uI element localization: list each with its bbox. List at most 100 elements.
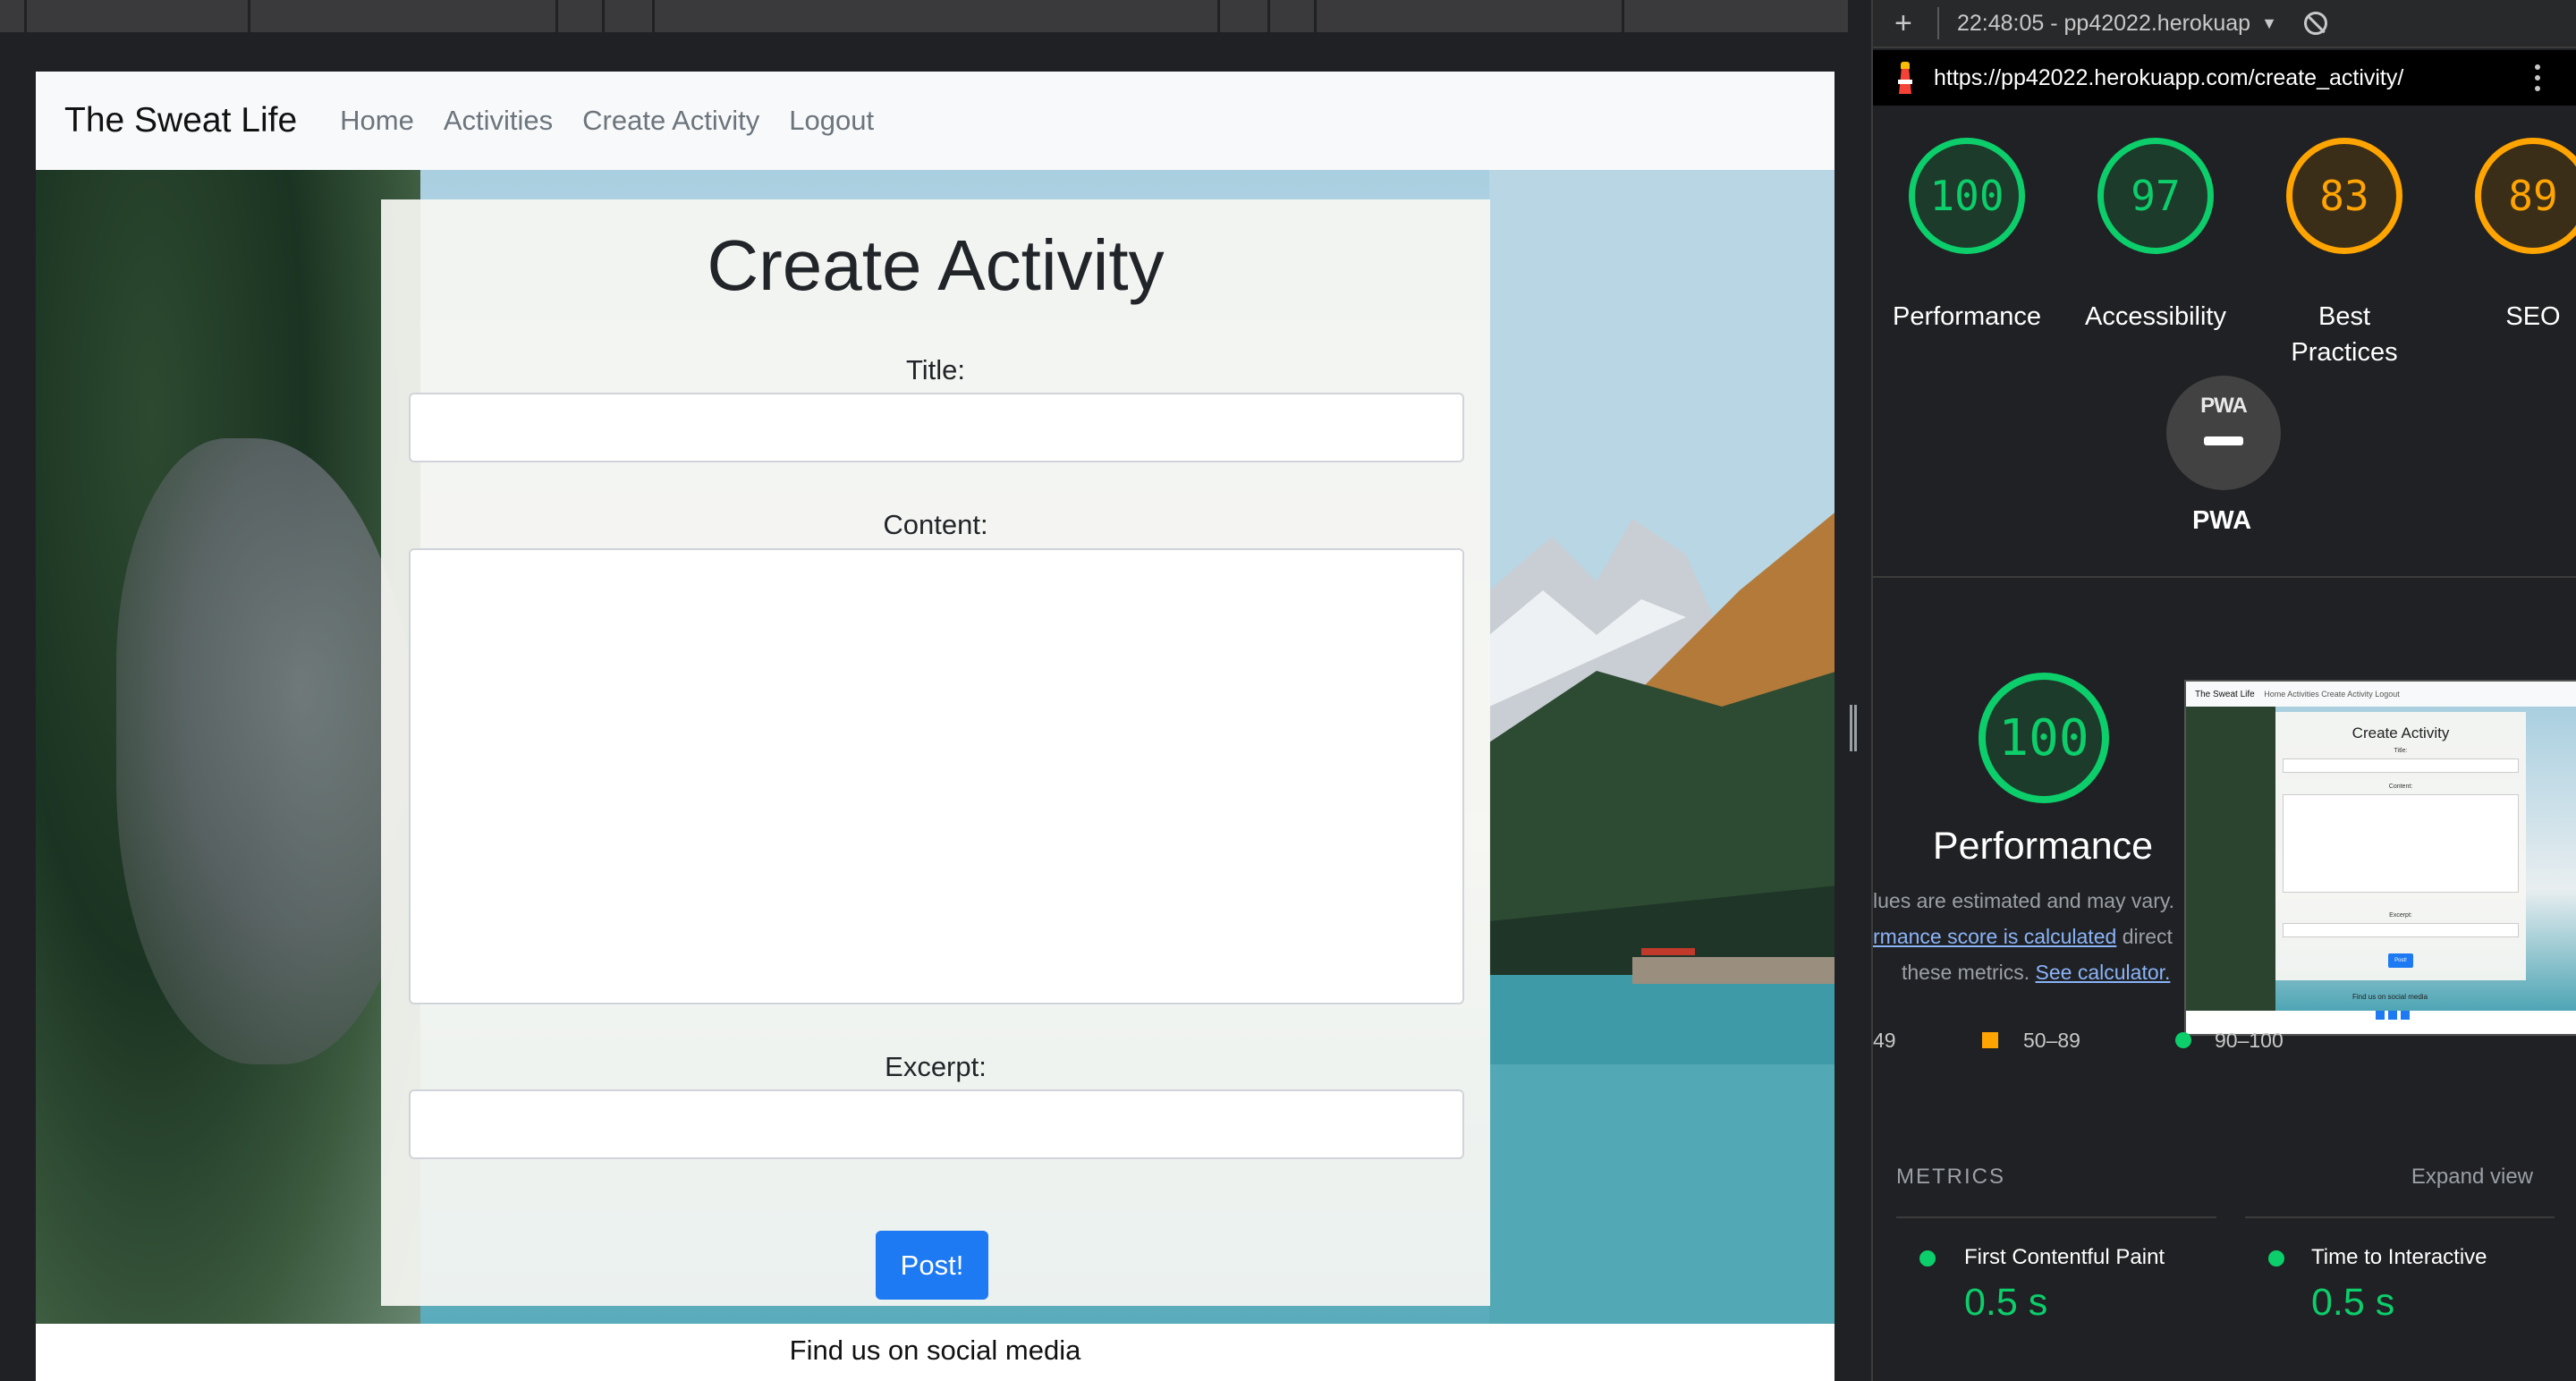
nav-activities[interactable]: Activities bbox=[444, 105, 553, 137]
metrics-header: METRICS bbox=[1896, 1165, 2005, 1189]
mountain-lake-image bbox=[1489, 170, 1835, 1381]
device-toolbar-segment[interactable] bbox=[605, 0, 655, 32]
metric-divider bbox=[1896, 1216, 2216, 1218]
metric-pass-dot-icon bbox=[1919, 1250, 1936, 1267]
perf-description-line-2: rmance score is calculated direct bbox=[1873, 925, 2173, 949]
thumb-excerpt-input bbox=[2283, 923, 2519, 937]
device-toolbar-segment[interactable] bbox=[1270, 0, 1317, 32]
more-options-icon[interactable] bbox=[2535, 64, 2540, 91]
post-button[interactable]: Post! bbox=[876, 1231, 988, 1300]
legend-fail-range: 49 bbox=[1873, 1029, 1896, 1052]
excerpt-label: Excerpt: bbox=[885, 1051, 987, 1082]
splitter-grip-icon[interactable] bbox=[1850, 705, 1857, 751]
pwa-label: PWA bbox=[2191, 506, 2252, 535]
expand-view-toggle[interactable]: Expand view bbox=[2411, 1165, 2533, 1190]
device-toolbar-segment[interactable] bbox=[1317, 0, 1624, 32]
footer-text: Find us on social media bbox=[789, 1334, 1081, 1366]
content-label: Content: bbox=[883, 509, 988, 540]
content-textarea[interactable] bbox=[409, 548, 1464, 1004]
thumb-tree-image bbox=[2186, 707, 2275, 1011]
performance-gauge-label: Performance bbox=[1892, 302, 2041, 331]
lighthouse-topbar: + 22:48:05 - pp42022.herokuap ▼ bbox=[1873, 0, 2576, 48]
thumb-title-label: Title: bbox=[2394, 748, 2408, 754]
metric-fcp-name: First Contentful Paint bbox=[1964, 1245, 2165, 1269]
performance-gauge[interactable]: 100 bbox=[1909, 138, 2025, 254]
legend-pass-range: 90–100 bbox=[2215, 1029, 2284, 1052]
title-label: Title: bbox=[905, 354, 966, 385]
pwa-badge-text: PWA bbox=[2200, 394, 2248, 418]
perf-description-line-3: these metrics. See calculator. bbox=[1902, 961, 2170, 985]
lighthouse-panel: + 22:48:05 - pp42022.herokuap ▼ https://… bbox=[1871, 0, 2576, 1381]
device-toolbar bbox=[0, 0, 1848, 32]
create-activity-form: Create Activity Title: Content: Excerpt:… bbox=[381, 199, 1490, 1306]
divider bbox=[1937, 7, 1939, 39]
thumb-hero: Create Activity Title: Content: Excerpt:… bbox=[2186, 707, 2576, 1011]
thumb-content-label: Content: bbox=[2388, 784, 2413, 790]
section-divider bbox=[1873, 576, 2576, 578]
thumb-facebook-icon bbox=[2376, 1011, 2385, 1020]
site-navbar: The Sweat Life Home Activities Create Ac… bbox=[36, 72, 1835, 170]
report-url-bar: https://pp42022.herokuapp.com/create_act… bbox=[1873, 50, 2576, 106]
thumb-title-input bbox=[2283, 758, 2519, 773]
score-calculation-link[interactable]: rmance score is calculated bbox=[1873, 925, 2116, 948]
thumb-footer: Find us on social media bbox=[2351, 993, 2428, 1001]
screen: The Sweat Life Home Activities Create Ac… bbox=[0, 0, 2576, 1381]
metric-fcp-value: 0.5 s bbox=[1964, 1281, 2048, 1324]
seo-gauge[interactable]: 89 bbox=[2475, 138, 2576, 254]
nav-create-activity[interactable]: Create Activity bbox=[582, 105, 759, 137]
thumb-twitter-icon bbox=[2401, 1011, 2410, 1020]
nav-logout[interactable]: Logout bbox=[789, 105, 874, 137]
page-screenshot-thumbnail[interactable]: The Sweat Life Home Activities Create Ac… bbox=[2184, 680, 2576, 1036]
average-square-icon bbox=[1982, 1032, 1998, 1048]
report-session-select[interactable]: 22:48:05 - pp42022.herokuap bbox=[1957, 11, 2250, 37]
report-url[interactable]: https://pp42022.herokuapp.com/create_act… bbox=[1934, 65, 2403, 91]
perf-description-line-2-rest: direct bbox=[2122, 925, 2173, 948]
hero-background: Create Activity Title: Content: Excerpt:… bbox=[36, 170, 1835, 1381]
best-practices-label-text: Best Practices bbox=[2291, 302, 2398, 367]
accessibility-gauge-label: Accessibility bbox=[2085, 302, 2226, 331]
thumb-form: Create Activity Title: Content: Excerpt:… bbox=[2275, 712, 2526, 980]
thumb-nav-links: Home Activities Create Activity Logout bbox=[2264, 690, 2400, 699]
device-toolbar-segment[interactable] bbox=[655, 0, 1220, 32]
performance-section-title: Performance bbox=[1932, 825, 2154, 868]
clear-reports-icon[interactable] bbox=[2303, 12, 2327, 35]
pwa-badge[interactable]: PWA bbox=[2166, 376, 2281, 490]
title-input[interactable] bbox=[409, 393, 1464, 462]
lighthouse-logo-icon bbox=[1896, 62, 1914, 94]
metric-pass-dot-icon bbox=[2268, 1250, 2284, 1267]
device-toolbar-segment[interactable] bbox=[1220, 0, 1270, 32]
thumb-navbar: The Sweat Life Home Activities Create Ac… bbox=[2186, 682, 2576, 707]
device-toolbar-segment[interactable] bbox=[250, 0, 558, 32]
thumb-post-button: Post! bbox=[2388, 953, 2413, 968]
thumb-brand: The Sweat Life bbox=[2195, 690, 2255, 699]
accessibility-gauge[interactable]: 97 bbox=[2097, 138, 2214, 254]
best-practices-gauge-label: Best Practices bbox=[2250, 281, 2438, 370]
form-title: Create Activity bbox=[707, 225, 1165, 305]
perf-description-line-3-text: these metrics. bbox=[1902, 961, 2030, 984]
see-calculator-link[interactable]: See calculator. bbox=[2036, 961, 2171, 984]
device-toolbar-segment[interactable] bbox=[1624, 0, 1848, 32]
device-toolbar-segment[interactable] bbox=[0, 0, 27, 32]
new-report-icon[interactable]: + bbox=[1894, 6, 1930, 41]
panel-splitter[interactable] bbox=[1848, 0, 1873, 1381]
perf-description-line-1: lues are estimated and may vary. bbox=[1873, 889, 2175, 912]
chevron-down-icon[interactable]: ▼ bbox=[2261, 14, 2277, 33]
brand-link[interactable]: The Sweat Life bbox=[64, 101, 297, 140]
thumb-title: Create Activity bbox=[2351, 724, 2450, 741]
device-gap bbox=[0, 32, 1848, 72]
metric-divider bbox=[2245, 1216, 2555, 1218]
excerpt-input[interactable] bbox=[409, 1089, 1464, 1159]
thumb-instagram-icon bbox=[2388, 1011, 2397, 1020]
pwa-dash-icon bbox=[2204, 436, 2243, 445]
best-practices-gauge[interactable]: 83 bbox=[2286, 138, 2402, 254]
metric-tti-value: 0.5 s bbox=[2311, 1281, 2395, 1324]
pass-dot-icon bbox=[2175, 1032, 2191, 1048]
device-toolbar-segment[interactable] bbox=[27, 0, 250, 32]
seo-gauge-label: SEO bbox=[2505, 302, 2561, 331]
nav-home[interactable]: Home bbox=[340, 105, 414, 137]
thumb-excerpt-label: Excerpt: bbox=[2389, 912, 2412, 919]
performance-score-gauge: 100 bbox=[1979, 673, 2109, 803]
site-footer: Find us on social media bbox=[36, 1324, 1835, 1381]
device-toolbar-segment[interactable] bbox=[558, 0, 605, 32]
thumb-content-input bbox=[2283, 794, 2519, 893]
